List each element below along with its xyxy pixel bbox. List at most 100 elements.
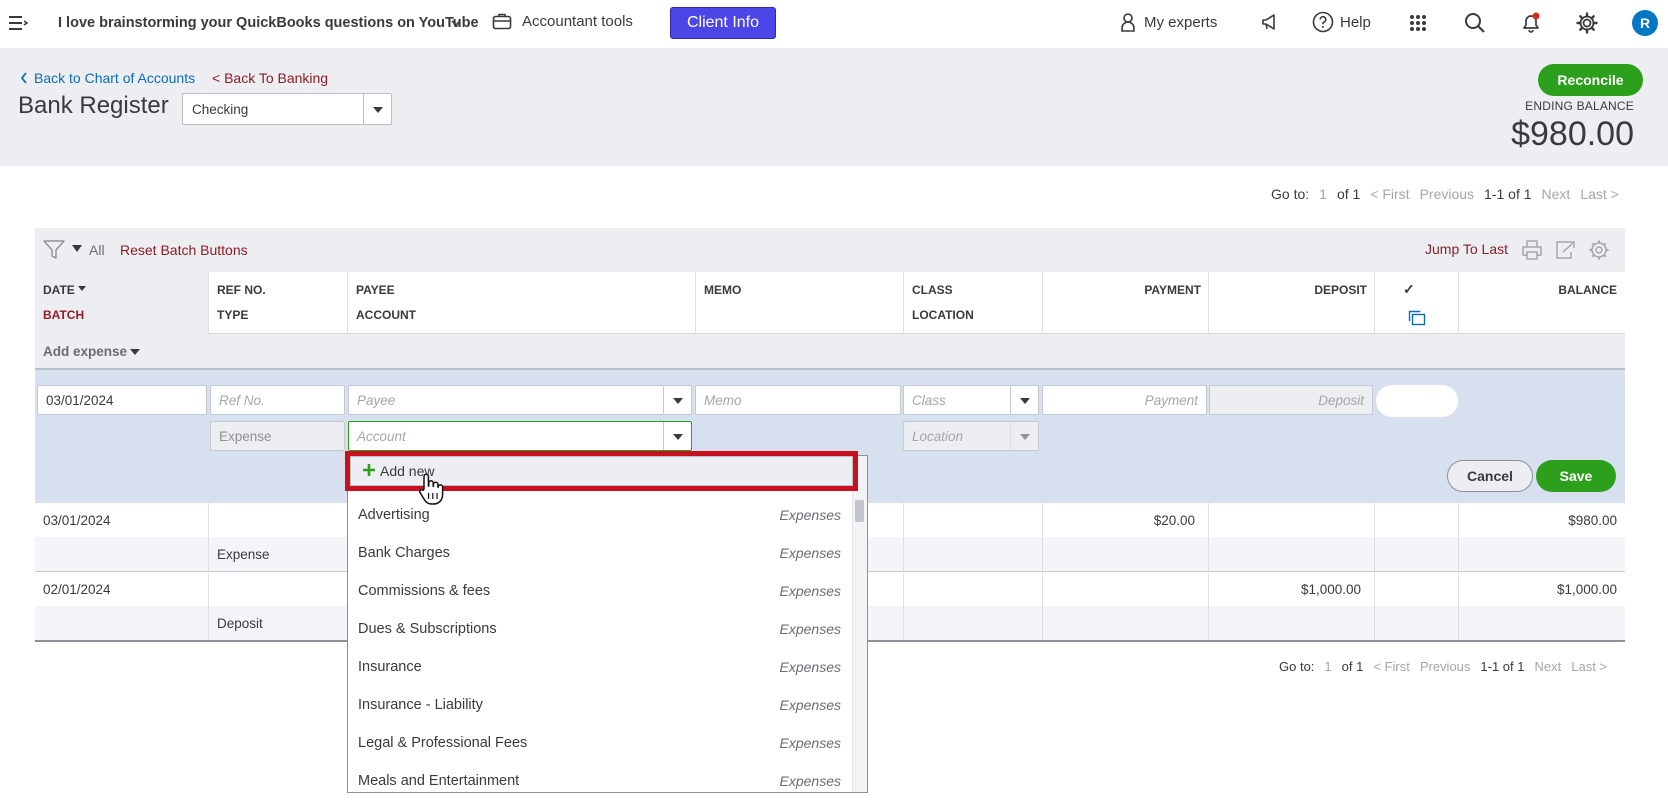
my-experts-label: My experts [1144, 13, 1218, 31]
dropdown-item-name: Meals and Entertainment [358, 773, 520, 789]
caret-down-icon[interactable] [130, 349, 140, 356]
gear-icon[interactable] [1576, 12, 1598, 34]
chevron-down-icon[interactable] [450, 17, 462, 29]
row-payment: $20.00 [1153, 513, 1195, 528]
add-expense-dropdown[interactable]: Add expense [43, 344, 127, 359]
reconcile-button[interactable]: Reconcile [1538, 64, 1643, 96]
last-page-link[interactable]: Last > [1571, 659, 1607, 674]
next-page-link[interactable]: Next [1535, 659, 1562, 674]
megaphone-icon[interactable] [1260, 12, 1280, 32]
class-caret-down-icon[interactable] [1010, 386, 1038, 414]
help-label: Help [1340, 13, 1371, 31]
filter-icon[interactable] [43, 240, 65, 260]
memo-input[interactable]: Memo [695, 385, 901, 415]
apps-grid-icon[interactable] [1409, 14, 1427, 32]
dropdown-item-name: Advertising [358, 507, 430, 523]
pagination-top: Go to: 1 of 1 < First Previous 1-1 of 1 … [1271, 186, 1619, 202]
plus-icon [362, 463, 376, 477]
account-input[interactable]: Account [348, 421, 692, 451]
copy-icon[interactable] [1408, 310, 1426, 326]
page-of-label: of 1 [1341, 659, 1364, 674]
my-experts-link[interactable]: My experts [1120, 12, 1217, 32]
date-header-cell[interactable] [35, 272, 208, 334]
back-to-chart-label: Back to Chart of Accounts [34, 70, 196, 86]
cancel-button[interactable]: Cancel [1447, 460, 1533, 492]
date-header[interactable]: DATE [43, 283, 75, 297]
batch-header[interactable]: BATCH [43, 308, 84, 322]
reconcile-status-toggle[interactable] [1376, 385, 1458, 417]
row-balance: $980.00 [1568, 513, 1617, 528]
row-type: Expense [217, 547, 270, 562]
account-caret-down-icon[interactable] [663, 422, 691, 450]
dropdown-item-legal-professional-fees[interactable]: Legal & Professional Fees Expenses [358, 724, 841, 762]
client-info-button[interactable]: Client Info [670, 7, 776, 39]
print-icon[interactable] [1521, 239, 1543, 261]
last-page-link[interactable]: Last > [1580, 186, 1619, 202]
payment-header: PAYMENT [1144, 283, 1201, 297]
back-to-banking-link[interactable]: < Back To Banking [212, 70, 328, 86]
page-input[interactable]: 1 [1319, 186, 1327, 202]
dropdown-scrollbar-thumb[interactable] [855, 500, 864, 522]
payee-input[interactable]: Payee [348, 385, 692, 415]
balance-header: BALANCE [1558, 283, 1617, 297]
ref-no-input[interactable]: Ref No. [210, 385, 345, 415]
location-input[interactable]: Location [903, 421, 1039, 451]
class-placeholder: Class [912, 393, 946, 408]
deposit-header: DEPOSIT [1314, 283, 1367, 297]
pagination-bottom: Go to: 1 of 1 < First Previous 1-1 of 1 … [1279, 659, 1607, 674]
class-header: CLASS [912, 283, 953, 297]
date-input[interactable]: 03/01/2024 [37, 385, 207, 415]
account-placeholder: Account [357, 429, 406, 444]
company-name[interactable]: I love brainstorming your QuickBooks que… [58, 15, 479, 31]
caret-down-icon[interactable] [72, 245, 82, 253]
dropdown-item-name: Legal & Professional Fees [358, 735, 528, 751]
account-select[interactable]: Checking [182, 93, 392, 125]
chevron-left-icon [20, 72, 28, 84]
previous-page-link[interactable]: Previous [1420, 659, 1471, 674]
first-page-link[interactable]: < First [1373, 659, 1409, 674]
dropdown-item-name: Bank Charges [358, 545, 450, 561]
payment-input[interactable]: Payment [1042, 385, 1207, 415]
dropdown-item-meals-entertainment[interactable]: Meals and Entertainment Expenses [358, 762, 841, 792]
memo-header: MEMO [704, 283, 742, 297]
dropdown-item-bank-charges[interactable]: Bank Charges Expenses [358, 534, 841, 572]
next-page-link[interactable]: Next [1542, 186, 1571, 202]
back-to-chart-of-accounts-link[interactable]: Back to Chart of Accounts [20, 70, 195, 86]
menu-icon[interactable] [8, 14, 30, 32]
search-icon[interactable] [1464, 12, 1486, 34]
caret-down-icon[interactable] [363, 94, 391, 124]
location-caret-down-icon[interactable] [1010, 422, 1038, 450]
top-navigation-bar: I love brainstorming your QuickBooks que… [0, 0, 1668, 48]
dropdown-item-commissions-fees[interactable]: Commissions & fees Expenses [358, 572, 841, 610]
previous-page-link[interactable]: Previous [1420, 186, 1474, 202]
dropdown-item-insurance-liability[interactable]: Insurance - Liability Expenses [358, 686, 841, 724]
filter-all-label[interactable]: All [89, 242, 105, 258]
type-header: TYPE [217, 308, 249, 322]
account-select-value: Checking [192, 102, 249, 117]
class-input[interactable]: Class [903, 385, 1039, 415]
dropdown-item-insurance[interactable]: Insurance Expenses [358, 648, 841, 686]
first-page-link[interactable]: < First [1370, 186, 1409, 202]
type-field: Expense [210, 421, 345, 451]
page-title: Bank Register [18, 92, 169, 119]
page-input[interactable]: 1 [1324, 659, 1331, 674]
help-icon [1312, 11, 1334, 33]
dropdown-item-type: Expenses [779, 621, 841, 637]
help-link[interactable]: Help [1312, 11, 1371, 33]
deposit-input[interactable]: Deposit [1209, 385, 1373, 415]
page-range-label: 1-1 of 1 [1480, 659, 1525, 674]
bell-icon[interactable] [1520, 12, 1542, 34]
dropdown-item-type: Expenses [779, 583, 841, 599]
reset-batch-buttons-link[interactable]: Reset Batch Buttons [120, 242, 248, 258]
save-button[interactable]: Save [1536, 460, 1616, 492]
dropdown-item-type: Expenses [779, 697, 841, 713]
export-icon[interactable] [1554, 239, 1576, 261]
jump-to-last-link[interactable]: Jump To Last [1425, 241, 1508, 257]
accountant-tools-link[interactable]: Accountant tools [492, 12, 633, 30]
settings-gear-icon[interactable] [1588, 239, 1610, 261]
dropdown-item-type: Expenses [779, 545, 841, 561]
dropdown-item-dues-subscriptions[interactable]: Dues & Subscriptions Expenses [358, 610, 841, 648]
payee-caret-down-icon[interactable] [663, 386, 691, 414]
avatar[interactable]: R [1632, 10, 1658, 36]
sort-desc-icon[interactable] [78, 286, 86, 292]
